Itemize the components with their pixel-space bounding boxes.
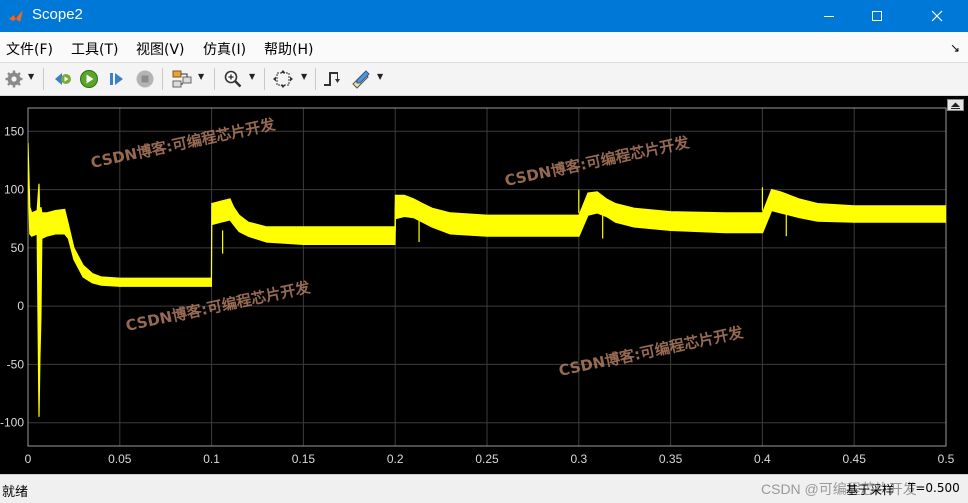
dock-arrow-icon[interactable]: ↘ bbox=[950, 41, 960, 55]
toolbar-separator bbox=[315, 68, 316, 90]
settings-button[interactable] bbox=[3, 67, 25, 91]
maximize-icon bbox=[872, 11, 882, 21]
stop-icon bbox=[136, 70, 154, 88]
x-tick-label: 0.45 bbox=[843, 452, 867, 466]
window-title: Scope2 bbox=[32, 6, 83, 23]
y-tick-label: 50 bbox=[11, 241, 25, 255]
sample-mode: 基于采样 bbox=[846, 483, 895, 497]
settings-dropdown-icon[interactable]: ▼ bbox=[28, 72, 34, 81]
matlab-icon bbox=[9, 10, 23, 22]
watermark-text: CSDN博客:可编程芯片开发 bbox=[503, 133, 692, 190]
zoom-button[interactable] bbox=[222, 67, 244, 91]
status-bar: 就绪 CSDN @可编程芯片开发 基于采样 T=0.500 bbox=[0, 474, 968, 503]
menu-bar: 文件(F) 工具(T) 视图(V) 仿真(I) 帮助(H) ↘ bbox=[0, 32, 968, 63]
x-tick-label: 0 bbox=[25, 452, 32, 466]
minimize-icon bbox=[824, 16, 834, 17]
menu-file[interactable]: 文件(F) bbox=[6, 39, 53, 59]
toolbar: ▼ ▼ ▼ ▼ ▼ bbox=[0, 63, 968, 96]
scope-plot-area: 0 0.05 0.1 0.15 0.2 0.25 0.3 0.35 0.4 0.45 0.5 150 1… bbox=[0, 96, 968, 474]
measure-button[interactable] bbox=[349, 67, 373, 91]
highlight-button[interactable] bbox=[170, 67, 194, 91]
triggers-icon bbox=[324, 72, 340, 86]
x-tick-label: 0.35 bbox=[659, 452, 683, 466]
step-back-button[interactable] bbox=[51, 67, 73, 91]
menu-tools[interactable]: 工具(T) bbox=[71, 39, 118, 59]
triggers-button[interactable] bbox=[321, 67, 343, 91]
x-tick-label: 0.25 bbox=[475, 452, 499, 466]
fit-view-button[interactable] bbox=[271, 67, 295, 91]
toolbar-separator bbox=[162, 68, 163, 90]
menu-view[interactable]: 视图(V) bbox=[136, 39, 185, 59]
run-button[interactable] bbox=[78, 67, 100, 91]
menu-simulation[interactable]: 仿真(I) bbox=[203, 39, 246, 59]
x-tick-label: 0.1 bbox=[203, 452, 220, 466]
collapse-legend-icon[interactable] bbox=[947, 99, 964, 111]
measure-icon bbox=[352, 70, 370, 89]
toolbar-separator bbox=[264, 68, 265, 90]
minimize-button[interactable] bbox=[806, 0, 852, 32]
run-icon bbox=[80, 70, 98, 88]
zoom-dropdown-icon[interactable]: ▼ bbox=[249, 72, 255, 81]
toolbar-separator bbox=[214, 68, 215, 90]
x-tick-label: 0.5 bbox=[938, 452, 955, 466]
stop-button[interactable] bbox=[134, 67, 156, 91]
zoom-icon bbox=[224, 70, 242, 88]
maximize-button[interactable] bbox=[854, 0, 900, 32]
y-tick-label: 150 bbox=[4, 124, 24, 138]
toolbar-separator bbox=[43, 68, 44, 90]
step-forward-button[interactable] bbox=[106, 67, 128, 91]
settings-icon bbox=[5, 70, 23, 88]
sim-time: T=0.500 bbox=[908, 481, 960, 495]
watermark-text: CSDN博客:可编程芯片开发 bbox=[89, 115, 278, 172]
y-tick-label: -50 bbox=[7, 357, 25, 371]
x-tick-label: 0.2 bbox=[387, 452, 404, 466]
menu-help[interactable]: 帮助(H) bbox=[264, 39, 313, 59]
y-tick-label: 100 bbox=[4, 183, 24, 197]
status-ready: 就绪 bbox=[2, 485, 29, 500]
title-bar: Scope2 bbox=[0, 0, 968, 32]
fit-view-icon bbox=[273, 70, 293, 88]
close-icon bbox=[931, 10, 943, 22]
close-button[interactable] bbox=[914, 0, 960, 32]
x-tick-label: 0.4 bbox=[754, 452, 771, 466]
step-back-icon bbox=[55, 73, 71, 85]
step-forward-icon bbox=[110, 73, 123, 85]
x-tick-label: 0.05 bbox=[108, 452, 132, 466]
highlight-icon bbox=[172, 70, 192, 88]
y-tick-label: 0 bbox=[17, 299, 24, 313]
highlight-dropdown-icon[interactable]: ▼ bbox=[198, 72, 204, 81]
scope-chart[interactable]: 0 0.05 0.1 0.15 0.2 0.25 0.3 0.35 0.4 0.45 0.5 150 1… bbox=[0, 96, 968, 474]
x-tick-label: 0.15 bbox=[292, 452, 316, 466]
fit-view-dropdown-icon[interactable]: ▼ bbox=[301, 72, 307, 81]
x-tick-label: 0.3 bbox=[570, 452, 587, 466]
measure-dropdown-icon[interactable]: ▼ bbox=[377, 72, 383, 81]
y-tick-label: -100 bbox=[0, 416, 24, 430]
watermark-text: CSDN博客:可编程芯片开发 bbox=[557, 323, 746, 380]
